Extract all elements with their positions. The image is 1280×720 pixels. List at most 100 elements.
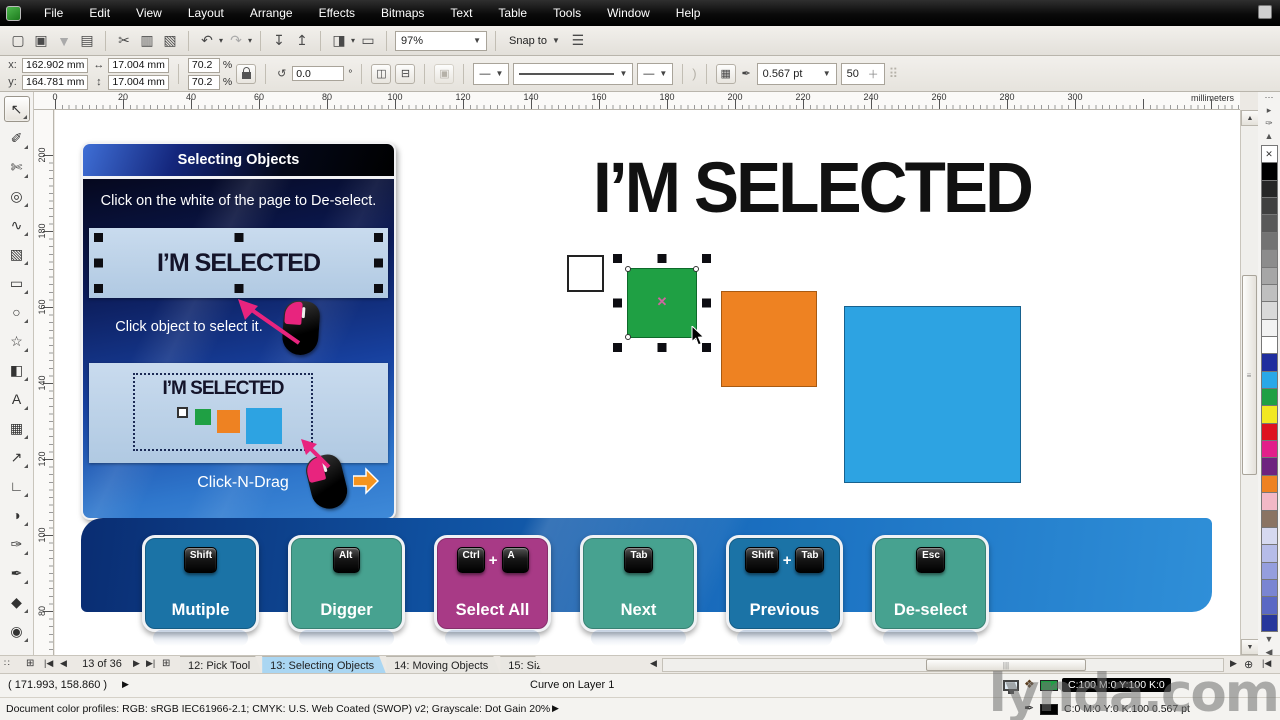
shortcut-button-select-all[interactable]: Ctrl + A Select All (434, 535, 551, 646)
shortcut-button-multiple[interactable]: Shift Mutiple (142, 535, 259, 646)
color-swatch[interactable] (1260, 474, 1278, 494)
rotation-angle-field[interactable]: 0.0 (292, 66, 345, 81)
color-swatch[interactable] (1260, 162, 1278, 181)
scale-x-field[interactable]: 70.2 (187, 57, 220, 73)
corner-node[interactable] (693, 266, 699, 272)
selection-handle[interactable] (234, 284, 243, 293)
undo-dropdown-icon[interactable]: ▾ (219, 36, 223, 45)
green-square-selected[interactable]: ✕ (613, 254, 711, 352)
polygon-tool[interactable]: ☆ (4, 328, 30, 354)
text-tool[interactable]: A (4, 386, 30, 412)
vertical-scrollbar[interactable]: ▲ ≡ ▼ (1240, 110, 1259, 655)
selection-handle[interactable] (657, 254, 667, 263)
y-position-field[interactable]: 164.781 mm (22, 74, 89, 90)
shape-tool[interactable]: ✐ (4, 125, 30, 151)
color-swatch[interactable] (1260, 509, 1278, 528)
menu-file[interactable]: File (31, 2, 76, 24)
menu-view[interactable]: View (123, 2, 175, 24)
selection-handle[interactable] (613, 254, 622, 263)
corner-node[interactable] (625, 266, 631, 272)
fullscreen-preview-icon[interactable]: ▭ (358, 31, 378, 51)
ellipse-tool[interactable]: ○ (4, 299, 30, 325)
shortcut-button-deselect[interactable]: Esc De-select (872, 535, 989, 646)
menu-effects[interactable]: Effects (306, 2, 368, 24)
horizontal-scrollbar[interactable]: ||| (662, 658, 1224, 672)
selection-handle[interactable] (94, 284, 103, 293)
color-swatch[interactable] (1260, 197, 1278, 216)
tab-pick-tool[interactable]: 12: Pick Tool (180, 656, 262, 674)
color-swatch[interactable] (1260, 266, 1278, 285)
import-icon[interactable]: ↧ (269, 31, 289, 51)
menu-text[interactable]: Text (437, 2, 485, 24)
outline-pen-tool[interactable]: ✒ (4, 560, 30, 586)
no-color-swatch[interactable] (1260, 145, 1278, 164)
redo-dropdown-icon[interactable]: ▾ (248, 36, 252, 45)
white-square[interactable] (567, 255, 604, 292)
color-swatch[interactable] (1260, 440, 1278, 459)
outline-style-select[interactable]: ▼ (513, 62, 634, 85)
corner-node[interactable] (625, 334, 631, 340)
menu-help[interactable]: Help (663, 2, 714, 24)
menu-table[interactable]: Table (485, 2, 540, 24)
treat-as-filled-stepper[interactable]: 50 ＋ (840, 62, 885, 85)
tab-sizing[interactable]: 15: Siz (500, 656, 542, 674)
rectangle-tool[interactable]: ▭ (4, 270, 30, 296)
palette-eyedropper-icon[interactable]: ✑ (1265, 118, 1273, 131)
menu-edit[interactable]: Edit (76, 2, 123, 24)
next-page-icon[interactable]: ▶ (133, 658, 140, 669)
add-page-end-icon[interactable]: ⊞ (162, 658, 170, 669)
selection-handle[interactable] (702, 254, 711, 263)
selection-handle[interactable] (613, 343, 622, 352)
selection-handle[interactable] (657, 343, 667, 352)
color-swatch[interactable] (1260, 301, 1278, 320)
x-position-field[interactable]: 162.902 mm (22, 57, 89, 73)
dock-collapse-icon[interactable]: |◀ (1262, 658, 1271, 669)
tab-selecting-objects[interactable]: 13: Selecting Objects (262, 656, 386, 674)
new-document-icon[interactable]: ▢ (8, 31, 28, 51)
pick-tool[interactable]: ↖ (3, 96, 30, 122)
dimension-tool[interactable]: ↗ (4, 444, 30, 470)
color-swatch[interactable] (1260, 422, 1278, 442)
selection-handle[interactable] (613, 298, 622, 308)
color-swatch[interactable] (1260, 249, 1278, 268)
fill-tool[interactable]: ◆ (4, 589, 30, 615)
color-swatch[interactable] (1260, 544, 1278, 563)
hscroll-right-icon[interactable]: ▶ (1230, 658, 1237, 669)
lock-ratio-button[interactable] (236, 63, 257, 84)
color-swatch[interactable] (1260, 388, 1278, 407)
color-swatch[interactable] (1260, 353, 1278, 372)
add-page-start-icon[interactable]: ⊞ (26, 658, 34, 669)
tab-scroll-left-icon[interactable]: ◀ (650, 658, 657, 669)
application-launcher-icon[interactable]: ◨ (329, 31, 349, 51)
outline-style-end-select[interactable]: — ▼ (637, 62, 674, 85)
color-swatch[interactable] (1260, 405, 1278, 424)
color-swatch[interactable] (1260, 561, 1278, 580)
text-wrap-button[interactable]: ▦ (715, 63, 736, 84)
options-icon[interactable]: ☰ (568, 31, 588, 51)
color-proof-icon[interactable] (1003, 680, 1019, 694)
smart-fill-tool[interactable]: ▧ (4, 241, 30, 267)
color-swatch[interactable] (1260, 318, 1278, 337)
horizontal-scroll-thumb[interactable]: ||| (926, 659, 1086, 671)
color-swatch[interactable] (1260, 179, 1278, 199)
object-width-field[interactable]: 17.004 mm (108, 57, 169, 73)
blue-square[interactable] (844, 306, 1021, 483)
scroll-down-icon[interactable]: ▼ (1241, 639, 1259, 655)
export-icon[interactable]: ↥ (292, 31, 312, 51)
palette-grip-icon[interactable]: ⋯ (1265, 92, 1274, 105)
selection-handle[interactable] (234, 233, 243, 242)
eyedropper-tool[interactable]: ✑ (4, 531, 30, 557)
selection-handle[interactable] (94, 233, 103, 242)
profiles-expand-icon[interactable]: ▶ (552, 703, 559, 714)
shortcut-button-previous[interactable]: Shift + Tab Previous (726, 535, 843, 646)
copy-icon[interactable]: ▥ (137, 31, 157, 51)
menu-bitmaps[interactable]: Bitmaps (368, 2, 437, 24)
palette-scroll-down-icon[interactable]: ▼ (1265, 634, 1274, 647)
color-swatch[interactable] (1260, 596, 1278, 615)
selection-handle[interactable] (702, 298, 711, 308)
crop-tool[interactable]: ✄ (4, 154, 30, 180)
window-restore-icon[interactable] (1258, 5, 1272, 19)
last-page-icon[interactable]: ▶| (146, 658, 155, 669)
connector-tool[interactable]: ∟ (4, 473, 30, 499)
combine-button[interactable]: ▣ (434, 63, 455, 84)
